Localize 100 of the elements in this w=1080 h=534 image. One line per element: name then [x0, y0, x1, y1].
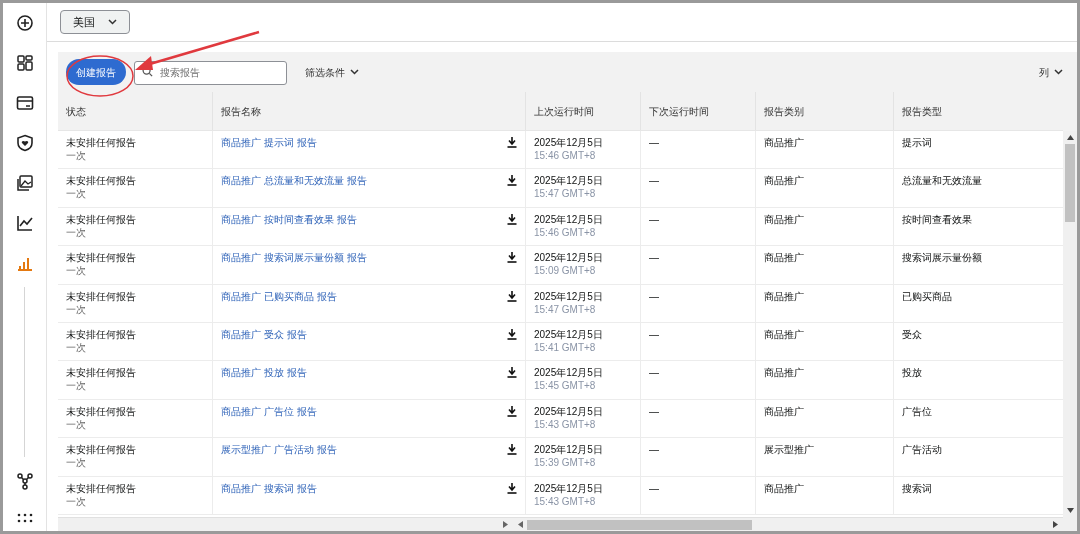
download-icon[interactable]	[507, 444, 517, 456]
table-cell-text: 2025年12月5日	[534, 481, 604, 495]
table-cell-text: 2025年12月5日	[534, 404, 604, 418]
table-cell-text: 未安排任何报告	[66, 481, 137, 495]
download-icon[interactable]	[507, 137, 517, 148]
table-cell-text: 2025年12月5日	[534, 251, 604, 265]
table-cell-text: —	[649, 289, 660, 303]
create-report-button[interactable]: 创建报告	[66, 59, 126, 85]
table-cell-text: 2025年12月5日	[534, 212, 604, 226]
report-link[interactable]: 商品推广 已购买商品 报告	[221, 289, 337, 303]
report-link[interactable]: 商品推广 按时间查看效果 报告	[221, 212, 357, 226]
table-cell-text: 搜索词	[902, 481, 933, 495]
table-cell-text: 商品推广	[764, 174, 805, 188]
table-cell-text: 提示词	[902, 136, 933, 149]
chevron-down-icon	[108, 19, 117, 25]
table-cell-text: 15:46 GMT+8	[534, 225, 597, 239]
table-cell-text: 一次	[66, 417, 87, 431]
chevron-down-icon	[1054, 69, 1063, 75]
table-cell-text: 商品推广	[764, 404, 805, 418]
table-cell-text: 15:46 GMT+8	[534, 149, 597, 162]
table-cell-text: 一次	[66, 456, 87, 470]
table-cell-text: —	[649, 481, 660, 495]
table-cell-text: 一次	[66, 379, 87, 393]
annotation-ellipse	[66, 55, 134, 97]
table-cell-text: 未安排任何报告	[66, 366, 137, 380]
scroll-left-icon[interactable]	[518, 521, 523, 528]
scrollbar-thumb[interactable]	[1065, 144, 1075, 222]
table-cell-text: —	[649, 443, 660, 457]
horizontal-scrollbar[interactable]	[58, 517, 1063, 531]
download-icon[interactable]	[507, 213, 517, 225]
table-cell-text: 广告位	[902, 404, 933, 418]
column-header[interactable]: 下次运行时间	[649, 103, 709, 119]
table-cell-text: 未安排任何报告	[66, 136, 137, 149]
filter-dropdown[interactable]: 筛选条件	[305, 64, 359, 80]
dashboard-icon[interactable]	[14, 53, 35, 73]
column-header[interactable]: 报告类别	[764, 103, 804, 119]
table-cell-text: 展示型推广	[764, 443, 815, 457]
table-cell-text: 未安排任何报告	[66, 404, 137, 418]
line-chart-icon[interactable]	[14, 213, 35, 233]
report-link[interactable]: 商品推广 受众 报告	[221, 327, 307, 341]
table-cell-text: 商品推广	[764, 289, 805, 303]
download-icon[interactable]	[507, 175, 517, 187]
columns-dropdown[interactable]: 列	[1039, 64, 1063, 80]
table-cell-text: 未安排任何报告	[66, 443, 137, 457]
table-cell-text: 15:41 GMT+8	[534, 340, 597, 354]
table-cell-text: 2025年12月5日	[534, 443, 604, 457]
download-icon[interactable]	[507, 482, 517, 494]
download-icon[interactable]	[507, 328, 517, 340]
table-cell-text: —	[649, 212, 660, 226]
download-icon[interactable]	[507, 367, 517, 379]
download-icon[interactable]	[507, 252, 517, 264]
table-cell-text: —	[649, 251, 660, 265]
column-header[interactable]: 报告名称	[221, 103, 261, 119]
scroll-down-icon[interactable]	[1066, 508, 1074, 513]
marketplace-dropdown[interactable]: 美国	[60, 10, 130, 34]
scrollbar-thumb[interactable]	[527, 519, 752, 530]
column-header[interactable]: 报告类型	[902, 103, 942, 119]
table-cell-text: 一次	[66, 149, 87, 162]
report-link[interactable]: 商品推广 搜索词 报告	[221, 481, 317, 495]
table-cell-text: 15:47 GMT+8	[534, 302, 597, 316]
table-cell-text: 商品推广	[764, 212, 805, 226]
shield-icon[interactable]	[14, 133, 35, 153]
scroll-right-icon[interactable]	[503, 521, 508, 528]
table-cell-text: 受众	[902, 327, 923, 341]
network-icon[interactable]	[14, 471, 35, 491]
column-header[interactable]: 状态	[66, 103, 86, 119]
table-cell-text: 商品推广	[764, 481, 805, 495]
table-cell-text: 2025年12月5日	[534, 136, 604, 149]
chevron-down-icon	[350, 69, 359, 75]
report-link[interactable]: 商品推广 投放 报告	[221, 366, 307, 380]
column-header[interactable]: 上次运行时间	[534, 103, 594, 119]
table-cell-text: 15:47 GMT+8	[534, 187, 597, 201]
table-cell-text: 已购买商品	[902, 289, 953, 303]
card-icon[interactable]	[14, 93, 35, 113]
download-icon[interactable]	[507, 290, 517, 302]
scroll-right-icon[interactable]	[1053, 521, 1058, 528]
report-link[interactable]: 商品推广 提示词 报告	[221, 136, 317, 149]
table-cell-text: —	[649, 366, 660, 380]
table-cell-text: 未安排任何报告	[66, 327, 137, 341]
table-cell-text: 搜索词展示量份额	[902, 251, 983, 265]
table-cell-text: 一次	[66, 187, 87, 201]
table-cell-text: 商品推广	[764, 366, 805, 380]
scroll-up-icon[interactable]	[1066, 135, 1074, 140]
report-link[interactable]: 商品推广 广告位 报告	[221, 404, 317, 418]
table-cell-text: —	[649, 136, 660, 149]
table-cell-text: 15:43 GMT+8	[534, 494, 597, 508]
report-link[interactable]: 商品推广 搜索词展示量份额 报告	[221, 251, 367, 265]
table-cell-text: 一次	[66, 302, 87, 316]
table-cell-text: 15:39 GMT+8	[534, 456, 597, 470]
images-icon[interactable]	[14, 173, 35, 193]
table-cell-text: 2025年12月5日	[534, 289, 604, 303]
table-cell-text: 广告活动	[902, 443, 943, 457]
table-cell-text: 2025年12月5日	[534, 174, 604, 188]
report-link[interactable]: 展示型推广 广告活动 报告	[221, 443, 337, 457]
table-cell-text: 未安排任何报告	[66, 174, 137, 188]
add-icon[interactable]	[14, 13, 35, 33]
report-link[interactable]: 商品推广 总流量和无效流量 报告	[221, 174, 367, 188]
search-field[interactable]: 搜索报告	[134, 60, 287, 85]
download-icon[interactable]	[507, 405, 517, 417]
table-cell-text: 未安排任何报告	[66, 251, 137, 265]
